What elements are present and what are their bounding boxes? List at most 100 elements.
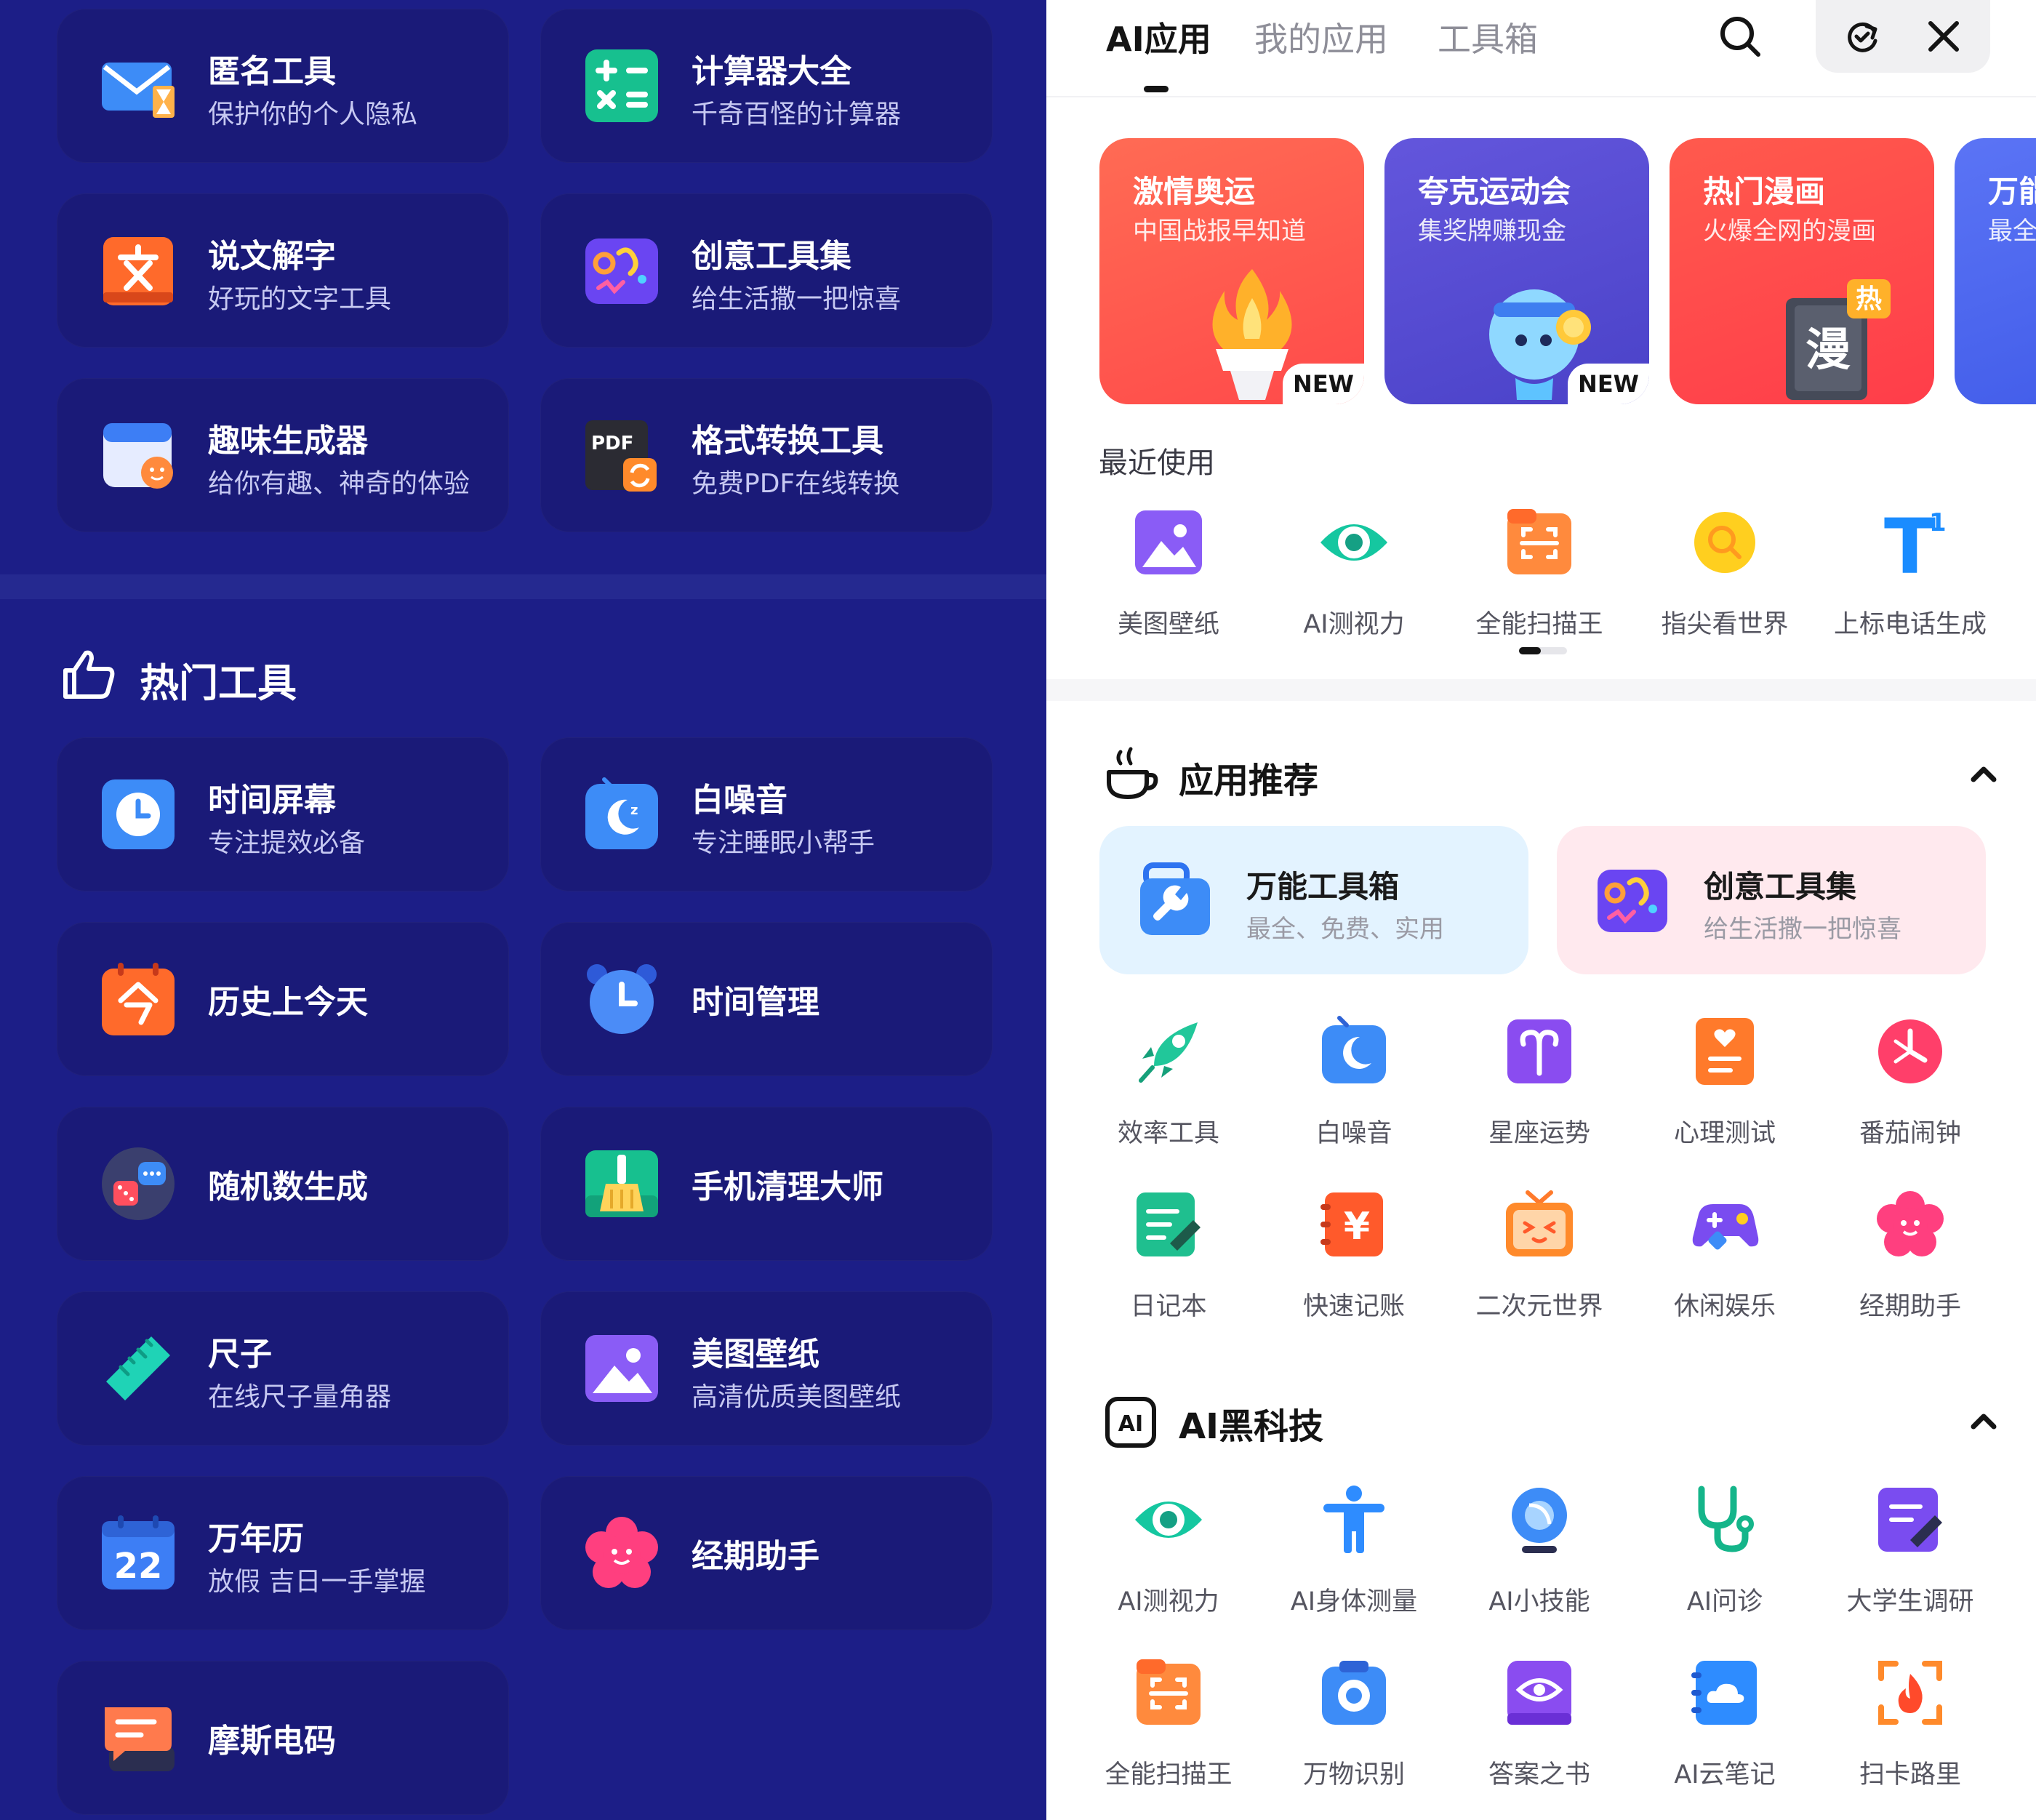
grid-item-efficiency[interactable]: 效率工具 bbox=[1081, 1015, 1256, 1160]
recent-label: 最近使用 bbox=[1099, 446, 1215, 480]
card-title: 创意工具集 bbox=[1704, 869, 1857, 905]
ai-item-calorie-scan[interactable]: 扫卡路里 bbox=[1823, 1656, 1997, 1802]
tool-card-phone-cleaner[interactable]: 手机清理大师 bbox=[540, 1107, 993, 1261]
tv-face-icon bbox=[1506, 1190, 1573, 1256]
item-label: AI测视力 bbox=[1118, 1587, 1219, 1616]
camera-icon bbox=[1322, 1661, 1386, 1725]
tool-card-time-screen[interactable]: 时间屏幕 专注提效必备 bbox=[57, 737, 509, 891]
tool-card-anonymous[interactable]: 匿名工具 保护你的个人隐私 bbox=[57, 9, 509, 163]
item-label: AI问诊 bbox=[1686, 1587, 1763, 1616]
ai-item-object-recognition[interactable]: 万物识别 bbox=[1267, 1656, 1441, 1802]
recommend-card-toolbox[interactable]: 万能工具箱 最全、免费、实用 bbox=[1099, 826, 1528, 974]
tool-title: 白噪音 bbox=[692, 782, 787, 819]
scan-icon bbox=[1137, 1659, 1201, 1725]
item-label: 全能扫描王 bbox=[1105, 1760, 1233, 1789]
ai-item-cloud-note[interactable]: AI云笔记 bbox=[1638, 1656, 1812, 1802]
tool-title: 计算器大全 bbox=[692, 53, 851, 90]
tool-card-fun-generator[interactable]: 趣味生成器 给你有趣、神奇的体验 bbox=[57, 378, 509, 532]
grid-item-leisure[interactable]: 休闲娱乐 bbox=[1638, 1188, 1812, 1334]
grid-item-quick-ledger[interactable]: ¥ 快速记账 bbox=[1267, 1188, 1441, 1334]
banner-title: 热门漫画 bbox=[1703, 174, 1826, 209]
tab-my-apps[interactable]: 我的应用 bbox=[1254, 13, 1388, 61]
grid-item-diary[interactable]: 日记本 bbox=[1081, 1188, 1256, 1334]
banner-olympics[interactable]: 激情奥运 中国战报早知道 NEW bbox=[1099, 138, 1364, 404]
tomato-clock-icon bbox=[1878, 1019, 1942, 1083]
broom-icon bbox=[585, 1150, 658, 1217]
recent-item-eye-test[interactable]: AI测视力 bbox=[1267, 506, 1441, 652]
tool-card-period-assistant[interactable]: 经期助手 bbox=[540, 1476, 993, 1630]
calendar-22-icon: 22 bbox=[102, 1515, 175, 1590]
clock-screen-icon bbox=[102, 779, 175, 849]
close-icon[interactable] bbox=[1925, 17, 1963, 55]
ruler-icon bbox=[106, 1336, 170, 1400]
grid-item-pomodoro[interactable]: 番茄闹钟 bbox=[1823, 1015, 1997, 1160]
diary-icon bbox=[1137, 1192, 1201, 1256]
flame-scan-icon bbox=[1878, 1661, 1942, 1725]
tool-card-shuowen[interactable]: 说文解字 好玩的文字工具 bbox=[57, 193, 509, 348]
tool-subtitle: 千奇百怪的计算器 bbox=[692, 100, 902, 129]
moon-sound-icon: z bbox=[585, 777, 658, 849]
banner-title: 万能 bbox=[1988, 174, 2036, 209]
grid-item-psych-test[interactable]: 心理测试 bbox=[1638, 1015, 1812, 1160]
tab-toolbox[interactable]: 工具箱 bbox=[1438, 13, 1538, 61]
chat-code-icon bbox=[105, 1707, 175, 1771]
creative-palette-icon bbox=[585, 238, 658, 304]
ai-item-body-measure[interactable]: AI身体测量 bbox=[1267, 1483, 1441, 1629]
tab-ai-apps[interactable]: AI应用 bbox=[1106, 13, 1211, 61]
tool-card-creative[interactable]: 创意工具集 给生活撒一把惊喜 bbox=[540, 193, 993, 348]
item-label: 美图壁纸 bbox=[1117, 610, 1219, 639]
banner-comics[interactable]: 热门漫画 火爆全网的漫画 漫 热 bbox=[1670, 138, 1934, 404]
grid-item-anime-world[interactable]: 二次元世界 bbox=[1452, 1188, 1627, 1334]
alarm-clock-icon bbox=[587, 964, 657, 1034]
banner-toolbox[interactable]: 万能 最全 bbox=[1955, 138, 2036, 404]
recent-item-wallpaper[interactable]: 美图壁纸 bbox=[1081, 506, 1256, 652]
recommend-card-creative[interactable]: 创意工具集 给生活撒一把惊喜 bbox=[1557, 826, 1986, 974]
survey-icon bbox=[1878, 1488, 1942, 1552]
aries-icon bbox=[1507, 1019, 1571, 1083]
flower-face-icon bbox=[1877, 1191, 1944, 1256]
tool-card-history-today[interactable]: 历史上今天 bbox=[57, 922, 509, 1076]
chevron-up-icon[interactable] bbox=[1968, 1405, 2000, 1437]
recent-pager bbox=[1519, 647, 1567, 654]
eye-icon bbox=[1135, 1502, 1202, 1538]
tool-card-calculator[interactable]: 计算器大全 千奇百怪的计算器 bbox=[540, 9, 993, 163]
magnifier-icon bbox=[1694, 512, 1755, 573]
grid-item-period[interactable]: 经期助手 bbox=[1823, 1188, 1997, 1334]
ai-item-survey[interactable]: 大学生调研 bbox=[1823, 1483, 1997, 1629]
gamepad-icon bbox=[1692, 1204, 1759, 1250]
tool-card-ruler[interactable]: 尺子 在线尺子量角器 bbox=[57, 1291, 509, 1446]
recent-item-fingertip[interactable]: 指尖看世界 bbox=[1638, 506, 1812, 652]
thumbs-up-icon bbox=[63, 650, 115, 699]
tool-card-perpetual-calendar[interactable]: 22 万年历 放假 吉日一手掌握 bbox=[57, 1476, 509, 1630]
item-label: AI身体测量 bbox=[1290, 1587, 1418, 1616]
tool-card-time-management[interactable]: 时间管理 bbox=[540, 922, 993, 1076]
ai-item-consult[interactable]: AI问诊 bbox=[1638, 1483, 1812, 1629]
ai-item-skills[interactable]: AI小技能 bbox=[1452, 1483, 1627, 1629]
ai-item-eye-test[interactable]: AI测视力 bbox=[1081, 1483, 1256, 1629]
body-measure-icon bbox=[1323, 1486, 1384, 1553]
recent-item-scanner[interactable]: 全能扫描王 bbox=[1452, 506, 1627, 652]
ai-item-scanner[interactable]: 全能扫描王 bbox=[1081, 1656, 1256, 1802]
toolbox-icon bbox=[1140, 862, 1210, 935]
chevron-up-icon[interactable] bbox=[1968, 758, 2000, 790]
recent-item-superscript[interactable]: T 1 上标电话生成 bbox=[1823, 506, 1997, 652]
refresh-icon[interactable] bbox=[1842, 16, 1883, 57]
tool-subtitle: 给生活撒一把惊喜 bbox=[692, 284, 902, 314]
ai-chip-text: AI bbox=[1118, 1411, 1143, 1437]
tool-card-white-noise[interactable]: z 白噪音 专注睡眠小帮手 bbox=[540, 737, 993, 891]
tool-card-format-convert[interactable]: PDF 格式转换工具 免费PDF在线转换 bbox=[540, 378, 993, 532]
ai-tech-title: AI黑科技 bbox=[1179, 1406, 1324, 1447]
search-icon[interactable] bbox=[1718, 15, 1762, 58]
tool-card-random-number[interactable]: 随机数生成 bbox=[57, 1107, 509, 1261]
ai-chip-icon: AI bbox=[1105, 1397, 1156, 1448]
item-label: AI云笔记 bbox=[1674, 1760, 1776, 1789]
ai-item-answer-book[interactable]: 答案之书 bbox=[1452, 1656, 1627, 1802]
rocket-icon bbox=[1139, 1022, 1198, 1083]
tool-card-wallpaper[interactable]: 美图壁纸 高清优质美图壁纸 bbox=[540, 1291, 993, 1446]
grid-item-white-noise[interactable]: 白噪音 bbox=[1267, 1015, 1441, 1160]
tool-subtitle: 保护你的个人隐私 bbox=[208, 100, 418, 129]
banner-subtitle: 集奖牌赚现金 bbox=[1418, 217, 1566, 246]
banner-sports-meet[interactable]: 夸克运动会 集奖牌赚现金 NEW bbox=[1384, 138, 1649, 404]
tool-card-morse[interactable]: 摩斯电码 bbox=[57, 1661, 509, 1815]
grid-item-horoscope[interactable]: 星座运势 bbox=[1452, 1015, 1627, 1160]
